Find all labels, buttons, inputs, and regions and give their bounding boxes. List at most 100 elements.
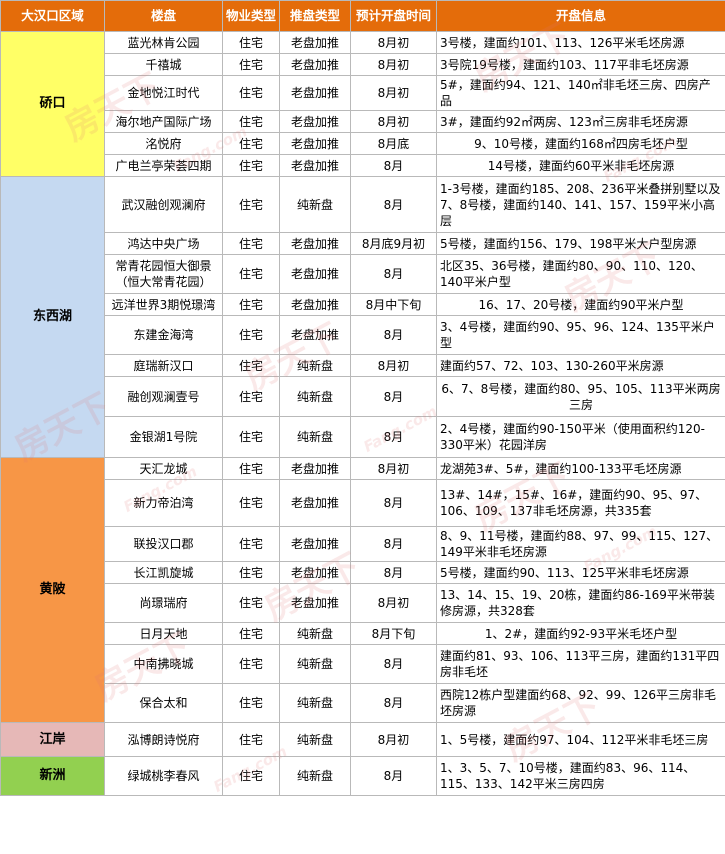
table-row: 联投汉口郡 住宅 老盘加推 8月 8、9、11号楼，建面约88、97、99、115、12… — [1, 526, 725, 562]
open-time-cell: 8月初 — [350, 110, 437, 133]
table-row: 鸿达中央广场 住宅 老盘加推 8月底9月初 5号楼，建面约156、179、198平米大户… — [1, 232, 725, 255]
region-cell: 东西湖 — [0, 176, 105, 458]
table-row: 融创观澜壹号 住宅 纯新盘 8月 6、7、8号楼，建面约80、95、105、113平米两… — [1, 376, 725, 417]
project-cell: 海尔地产国际广场 — [104, 110, 223, 133]
open-time-cell: 8月 — [350, 254, 437, 294]
project-cell: 尚璟瑞府 — [104, 583, 223, 623]
project-cell: 常青花园恒大御景（恒大常青花园） — [104, 254, 223, 294]
open-time-cell: 8月下旬 — [350, 622, 437, 645]
project-cell: 千禧城 — [104, 53, 223, 76]
property-type-cell: 住宅 — [222, 176, 280, 233]
open-time-cell: 8月 — [350, 561, 437, 584]
table-row: 庭瑞新汉口 住宅 纯新盘 8月初 建面约57、72、103、130-260平米房源 — [1, 354, 725, 377]
push-type-cell: 纯新盘 — [279, 622, 351, 645]
property-type-cell: 住宅 — [222, 583, 280, 623]
push-type-cell: 老盘加推 — [279, 583, 351, 623]
open-info-cell: 1、5号楼，建面约97、104、112平米非毛坯三房 — [436, 722, 725, 757]
property-type-cell: 住宅 — [222, 132, 280, 155]
project-cell: 日月天地 — [104, 622, 223, 645]
table-row: 中南拂晓城 住宅 纯新盘 8月 建面约81、93、106、113平三房，建面约131平四… — [1, 644, 725, 684]
push-type-cell: 老盘加推 — [279, 315, 351, 355]
project-cell: 广电兰亭荣荟四期 — [104, 154, 223, 177]
property-type-cell: 住宅 — [222, 622, 280, 645]
open-info-cell: 5#，建面约94、121、140㎡非毛坯三房、四房产品 — [436, 75, 725, 111]
property-type-cell: 住宅 — [222, 31, 280, 54]
push-type-cell: 纯新盘 — [279, 756, 351, 796]
project-cell: 新力帝泊湾 — [104, 479, 223, 527]
open-time-cell: 8月 — [350, 154, 437, 177]
project-cell: 泓博朗诗悦府 — [104, 722, 223, 757]
table-row: 新洲 绿城桃李春风 住宅 纯新盘 8月 1、3、5、7、10号楼，建面约83、96、114… — [0, 756, 725, 796]
open-time-cell: 8月初 — [350, 583, 437, 623]
table-row: 日月天地 住宅 纯新盘 8月下旬 1、2#，建面约92-93平米毛坯户型 — [1, 622, 725, 645]
table-row: 常青花园恒大御景（恒大常青花园） 住宅 老盘加推 8月 北区35、36号楼，建面约80、… — [1, 254, 725, 294]
project-cell: 庭瑞新汉口 — [104, 354, 223, 377]
push-type-cell: 老盘加推 — [279, 479, 351, 527]
project-cell: 长江凯旋城 — [104, 561, 223, 584]
project-cell: 联投汉口郡 — [104, 526, 223, 562]
table-row: 硚口 蓝光林肯公园 住宅 老盘加推 8月初 3号楼，建面约101、113、126平米毛坯房… — [0, 31, 725, 177]
open-time-cell: 8月初 — [350, 457, 437, 480]
open-time-cell: 8月 — [350, 756, 437, 796]
push-type-cell: 老盘加推 — [279, 154, 351, 177]
property-type-cell: 住宅 — [222, 376, 280, 417]
push-type-cell: 纯新盘 — [279, 376, 351, 417]
push-type-cell: 纯新盘 — [279, 416, 351, 458]
table-row: 海尔地产国际广场 住宅 老盘加推 8月初 3#，建面约92㎡两房、123㎡三房非毛坯房源 — [1, 110, 725, 133]
property-type-cell: 住宅 — [222, 526, 280, 562]
open-info-cell: 建面约57、72、103、130-260平米房源 — [436, 354, 725, 377]
open-info-cell: 西院12栋户型建面约68、92、99、126平三房非毛坯房源 — [436, 683, 725, 723]
project-cell: 金银湖1号院 — [104, 416, 223, 458]
table-row: 广电兰亭荣荟四期 住宅 老盘加推 8月 14号楼，建面约60平米非毛坯房源 — [1, 154, 725, 177]
opening-schedule-table: 大汉口区域 楼盘 物业类型 推盘类型 预计开盘时间 开盘信息 硚口 蓝光林肯公园住… — [0, 0, 725, 796]
table-row: 长江凯旋城 住宅 老盘加推 8月 5号楼，建面约90、113、125平米非毛坯房源 — [1, 561, 725, 584]
open-time-cell: 8月初 — [350, 354, 437, 377]
property-type-cell: 住宅 — [222, 644, 280, 684]
open-info-cell: 3号楼，建面约101、113、126平米毛坯房源 — [436, 31, 725, 54]
region-cell: 新洲 — [0, 756, 105, 796]
header-property-type: 物业类型 — [222, 0, 280, 32]
property-type-cell: 住宅 — [222, 315, 280, 355]
open-time-cell: 8月底9月初 — [350, 232, 437, 255]
open-time-cell: 8月中下旬 — [350, 293, 437, 316]
table-row: 保合太和 住宅 纯新盘 8月 西院12栋户型建面约68、92、99、126平三房非毛坯房… — [1, 683, 725, 723]
property-type-cell: 住宅 — [222, 683, 280, 723]
open-info-cell: 3号院19号楼，建面约103、117平非毛坯房源 — [436, 53, 725, 76]
push-type-cell: 纯新盘 — [279, 722, 351, 757]
project-cell: 蓝光林肯公园 — [104, 31, 223, 54]
header-open-info: 开盘信息 — [436, 0, 725, 32]
push-type-cell: 老盘加推 — [279, 254, 351, 294]
open-info-cell: 5号楼，建面约90、113、125平米非毛坯房源 — [436, 561, 725, 584]
push-type-cell: 纯新盘 — [279, 354, 351, 377]
open-time-cell: 8月 — [350, 416, 437, 458]
table-row: 金银湖1号院 住宅 纯新盘 8月 2、4号楼，建面约90-150平米（使用面积约120-… — [1, 416, 725, 458]
project-cell: 洺悦府 — [104, 132, 223, 155]
push-type-cell: 老盘加推 — [279, 53, 351, 76]
region-cell: 江岸 — [0, 722, 105, 757]
project-cell: 鸿达中央广场 — [104, 232, 223, 255]
open-time-cell: 8月 — [350, 176, 437, 233]
table-row: 江岸 泓博朗诗悦府 住宅 纯新盘 8月初 1、5号楼，建面约97、104、112平米非毛坯… — [0, 722, 725, 757]
open-info-cell: 16、17、20号楼，建面约90平米户型 — [436, 293, 725, 316]
open-info-cell: 建面约81、93、106、113平三房，建面约131平四房非毛坯 — [436, 644, 725, 684]
table-row: 金地悦江时代 住宅 老盘加推 8月初 5#，建面约94、121、140㎡非毛坯三房、四房… — [1, 75, 725, 111]
table-row: 尚璟瑞府 住宅 老盘加推 8月初 13、14、15、19、20栋，建面约86-169平米… — [1, 583, 725, 623]
open-time-cell: 8月 — [350, 479, 437, 527]
push-type-cell: 纯新盘 — [279, 683, 351, 723]
open-info-cell: 3、4号楼，建面约90、95、96、124、135平米户型 — [436, 315, 725, 355]
project-cell: 绿城桃李春风 — [104, 756, 223, 796]
open-info-cell: 13、14、15、19、20栋，建面约86-169平米带装修房源，共328套 — [436, 583, 725, 623]
open-info-cell: 3#，建面约92㎡两房、123㎡三房非毛坯房源 — [436, 110, 725, 133]
project-cell: 中南拂晓城 — [104, 644, 223, 684]
open-time-cell: 8月底 — [350, 132, 437, 155]
open-time-cell: 8月 — [350, 376, 437, 417]
table-body: 硚口 蓝光林肯公园 住宅 老盘加推 8月初 3号楼，建面约101、113、126平米毛坯房… — [0, 31, 725, 796]
table-row: 东建金海湾 住宅 老盘加推 8月 3、4号楼，建面约90、95、96、124、135平米… — [1, 315, 725, 355]
open-info-cell: 9、10号楼，建面约168㎡四房毛坯户型 — [436, 132, 725, 155]
push-type-cell: 老盘加推 — [279, 561, 351, 584]
open-info-cell: 14号楼，建面约60平米非毛坯房源 — [436, 154, 725, 177]
table-row: 远洋世界3期悦璟湾 住宅 老盘加推 8月中下旬 16、17、20号楼，建面约90平米户型 — [1, 293, 725, 316]
project-cell: 保合太和 — [104, 683, 223, 723]
table-row: 东西湖 武汉融创观澜府 住宅 纯新盘 8月 1-3号楼，建面约185、208、236平米叠… — [0, 176, 725, 458]
open-info-cell: 1-3号楼，建面约185、208、236平米叠拼别墅以及7、8号楼，建面约140… — [436, 176, 725, 233]
